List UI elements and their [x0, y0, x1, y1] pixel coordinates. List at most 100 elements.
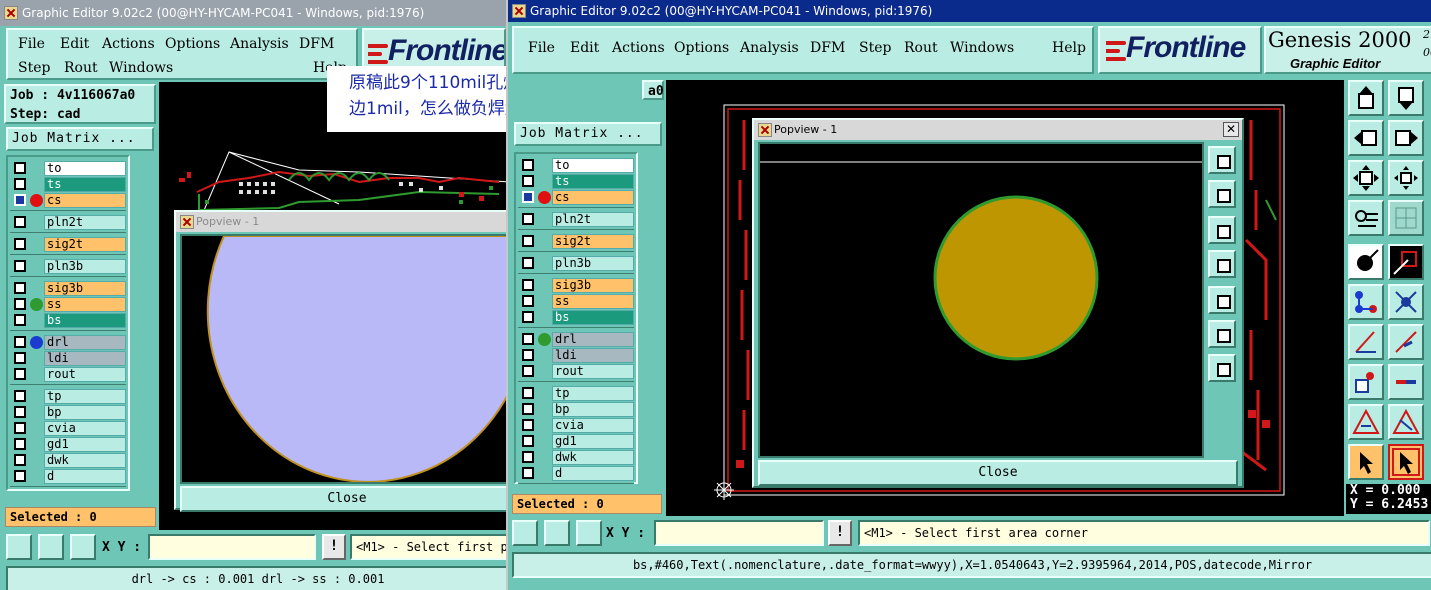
via-tool-icon[interactable] [1348, 364, 1384, 400]
zoom-fit-icon[interactable] [1208, 146, 1236, 174]
snap-icon[interactable] [512, 520, 538, 546]
xy-input[interactable] [654, 520, 824, 546]
job-matrix-button[interactable]: Job Matrix ... [514, 122, 662, 146]
layer-checkbox[interactable] [522, 419, 534, 431]
layer-checkbox[interactable] [14, 194, 26, 206]
zoom-center-tool-icon[interactable] [1388, 160, 1424, 196]
menu-help[interactable]: Help [1052, 40, 1086, 56]
layer-checkbox[interactable] [14, 422, 26, 434]
layer-row-ts[interactable]: ts [10, 177, 126, 192]
layer-row-tp[interactable]: tp [518, 386, 634, 401]
layer-checkbox[interactable] [14, 260, 26, 272]
layer-row-gd1[interactable]: gd1 [518, 434, 634, 449]
pan-down-tool-icon[interactable] [1388, 80, 1424, 116]
line2-tool-icon[interactable] [1388, 324, 1424, 360]
layer-checkbox[interactable] [14, 438, 26, 450]
layer-row-to[interactable]: to [518, 158, 634, 173]
layer-row-drl[interactable]: drl [10, 335, 126, 350]
pan-up-tool-icon[interactable] [1348, 80, 1384, 116]
layer-checkbox[interactable] [522, 349, 534, 361]
layer-checkbox[interactable] [522, 235, 534, 247]
layer-checkbox[interactable] [14, 336, 26, 348]
layer-checkbox[interactable] [14, 368, 26, 380]
menu-actions[interactable]: Actions [612, 40, 665, 56]
layer-row-sig2t[interactable]: sig2t [10, 237, 126, 252]
layer-row-ss[interactable]: ss [518, 294, 634, 309]
line-tool-icon[interactable] [1348, 324, 1384, 360]
layer-row-sig3b[interactable]: sig3b [10, 281, 126, 296]
layer-row-d[interactable]: d [10, 469, 126, 484]
menu-windows[interactable]: Windows [109, 60, 173, 76]
menu-step[interactable]: Step [859, 40, 891, 56]
select-area-tool-icon[interactable] [1388, 444, 1424, 480]
pan-right-tool-icon[interactable] [1388, 120, 1424, 156]
layer-row-bs[interactable]: bs [10, 313, 126, 328]
layer-checkbox[interactable] [522, 451, 534, 463]
menu-edit[interactable]: Edit [60, 36, 89, 52]
menu-options[interactable]: Options [165, 36, 220, 52]
layer-row-pln2t[interactable]: pln2t [518, 212, 634, 227]
menu-edit[interactable]: Edit [570, 40, 599, 56]
menu-step[interactable]: Step [18, 60, 50, 76]
layer-row-gd1[interactable]: gd1 [10, 437, 126, 452]
menu-options[interactable]: Options [674, 40, 729, 56]
layer-row-ts[interactable]: ts [518, 174, 634, 189]
settings-tool-icon[interactable] [1348, 200, 1384, 236]
layer-checkbox[interactable] [522, 159, 534, 171]
layer-checkbox[interactable] [522, 387, 534, 399]
menu-rout[interactable]: Rout [64, 60, 98, 76]
layer-row-rout[interactable]: rout [518, 364, 634, 379]
layer-row-bp[interactable]: bp [10, 405, 126, 420]
layer-checkbox[interactable] [14, 470, 26, 482]
grid-icon[interactable] [70, 534, 96, 560]
layer-checkbox[interactable] [522, 333, 534, 345]
layer-row-ldi[interactable]: ldi [10, 351, 126, 366]
layer-checkbox[interactable] [14, 298, 26, 310]
layer-row-sig2t[interactable]: sig2t [518, 234, 634, 249]
zoom-in-icon[interactable] [1208, 320, 1236, 348]
layer-row-dwk[interactable]: dwk [10, 453, 126, 468]
layer-checkbox[interactable] [14, 406, 26, 418]
layer-row-pln3b[interactable]: pln3b [10, 259, 126, 274]
right-popview-close-button[interactable]: Close [758, 460, 1238, 486]
layer-checkbox[interactable] [14, 216, 26, 228]
layer-row-pln2t[interactable]: pln2t [10, 215, 126, 230]
layer-row-rout[interactable]: rout [10, 367, 126, 382]
layer-checkbox[interactable] [522, 403, 534, 415]
layer-checkbox[interactable] [522, 175, 534, 187]
menu-windows[interactable]: Windows [950, 40, 1014, 56]
pan-left-tool-icon[interactable] [1348, 120, 1384, 156]
layer-row-d[interactable]: d [518, 466, 634, 481]
right-popview-canvas[interactable] [758, 142, 1204, 458]
menu-rout[interactable]: Rout [904, 40, 938, 56]
xy-input[interactable] [148, 534, 316, 560]
menu-file[interactable]: File [528, 40, 555, 56]
layer-row-cvia[interactable]: cvia [518, 418, 634, 433]
layer-checkbox[interactable] [14, 314, 26, 326]
layer-checkbox[interactable] [14, 454, 26, 466]
menu-analysis[interactable]: Analysis [740, 40, 799, 56]
pan-right-icon[interactable] [1208, 286, 1236, 314]
layer-row-ldi[interactable]: ldi [518, 348, 634, 363]
menu-dfm[interactable]: DFM [299, 36, 334, 52]
close-icon[interactable]: ✕ [1223, 122, 1239, 137]
measure-icon[interactable] [38, 534, 64, 560]
triangle2-tool-icon[interactable] [1388, 404, 1424, 440]
layer-checkbox[interactable] [14, 178, 26, 190]
menu-file[interactable]: File [18, 36, 45, 52]
layer-checkbox[interactable] [14, 390, 26, 402]
layer-row-cs[interactable]: cs [518, 190, 634, 205]
menu-analysis[interactable]: Analysis [230, 36, 289, 52]
measure-icon[interactable] [544, 520, 570, 546]
pan-left-icon[interactable] [1208, 250, 1236, 278]
layer-row-dwk[interactable]: dwk [518, 450, 634, 465]
layer-row-bp[interactable]: bp [518, 402, 634, 417]
grid-tool-icon[interactable] [1388, 200, 1424, 236]
layer-checkbox[interactable] [522, 365, 534, 377]
triangle-tool-icon[interactable] [1348, 404, 1384, 440]
pan-up-icon[interactable] [1208, 180, 1236, 208]
layer-checkbox[interactable] [14, 352, 26, 364]
layer-checkbox[interactable] [522, 295, 534, 307]
layer-checkbox[interactable] [522, 191, 534, 203]
layer-checkbox[interactable] [14, 282, 26, 294]
